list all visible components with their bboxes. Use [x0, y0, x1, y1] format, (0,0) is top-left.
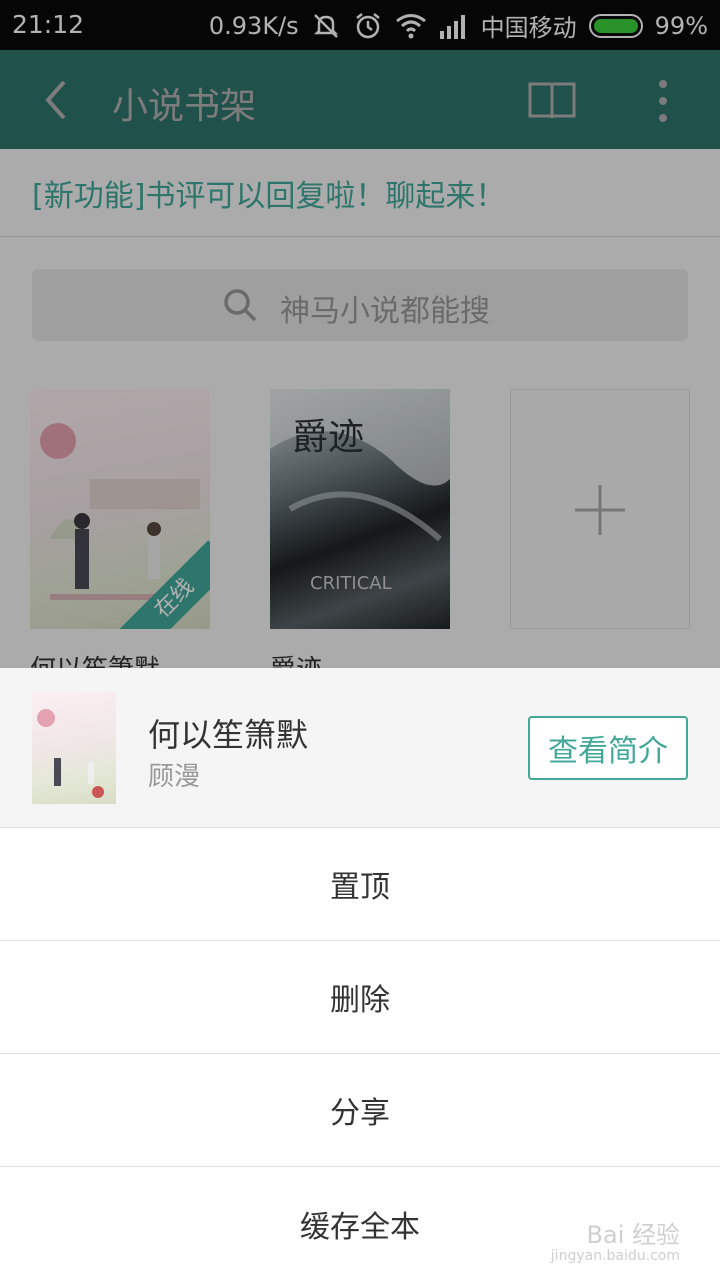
sheet-header: 何以笙箫默 顾漫 查看简介 — [0, 668, 720, 828]
options-menu: 置顶 删除 分享 缓存全本 — [0, 828, 720, 1280]
book-thumbnail — [32, 692, 116, 804]
bookshelf-content: [新功能]书评可以回复啦！聊起来！ 神马小说都能搜 在线 爵迹 CRITICAL… — [0, 0, 720, 685]
menu-item-share[interactable]: 分享 — [0, 1054, 720, 1167]
thumbnail-illustration — [37, 709, 104, 798]
menu-item-pin[interactable]: 置顶 — [0, 828, 720, 941]
menu-item-delete[interactable]: 删除 — [0, 941, 720, 1054]
watermark-text: Bai 经验 — [586, 1221, 680, 1250]
sheet-book-title: 何以笙箫默 — [148, 716, 309, 754]
view-intro-button[interactable]: 查看简介 — [528, 716, 688, 780]
watermark: Bai 经验 jingyan.baidu.com — [551, 1222, 680, 1264]
sheet-book-author: 顾漫 — [148, 762, 201, 792]
book-options-sheet: 何以笙箫默 顾漫 查看简介 置顶 删除 分享 缓存全本 Bai 经验 jingy… — [0, 668, 720, 1280]
watermark-url: jingyan.baidu.com — [550, 1247, 680, 1264]
dim-overlay-top[interactable] — [0, 50, 720, 149]
